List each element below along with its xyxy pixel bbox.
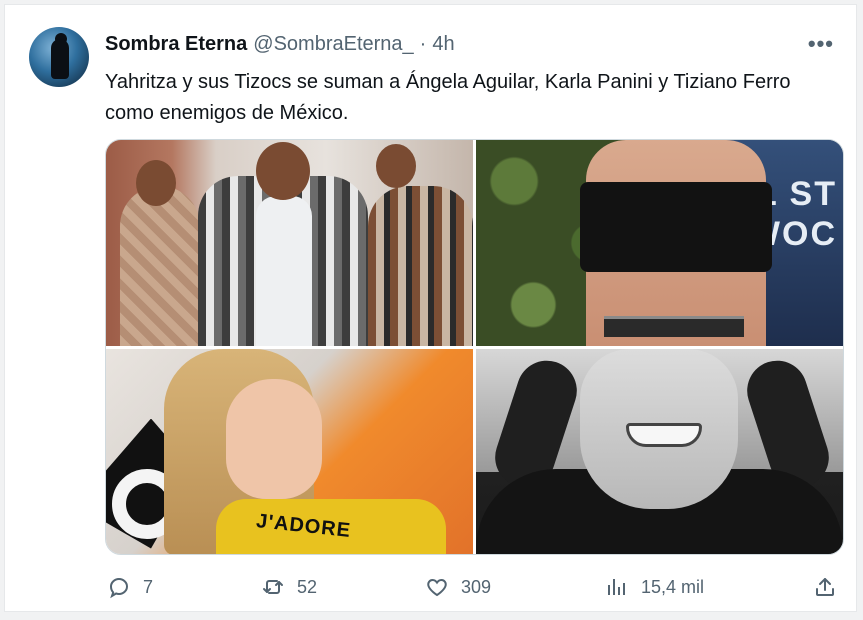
author-avatar[interactable] (29, 27, 89, 87)
person-right (368, 185, 473, 346)
author-name[interactable]: Sombra Eterna (105, 33, 247, 56)
share-button[interactable] (813, 575, 837, 599)
photo-yahritza-group[interactable] (106, 140, 473, 346)
reply-count: 7 (143, 576, 154, 597)
person-left (120, 185, 200, 346)
views-button[interactable]: 15,4 mil (605, 575, 704, 599)
photo-karla-panini[interactable]: J'ADORE (106, 348, 473, 554)
tweet-actions: 7 52 309 15,4 mil (105, 571, 842, 603)
head-center (256, 142, 310, 200)
retweet-count: 52 (297, 576, 318, 597)
tweet-text: Yahritza y sus Tizocs se suman a Ángela … (105, 71, 791, 124)
tweet-header: Sombra Eterna @SombraEterna_ · 4h (105, 33, 455, 56)
like-count: 309 (461, 576, 492, 597)
face (226, 378, 322, 499)
avatar-silhouette-body (51, 39, 69, 79)
retweet-icon (263, 580, 283, 594)
black-top (580, 182, 772, 272)
belt (604, 316, 744, 337)
retweet-button[interactable]: 52 (261, 575, 317, 599)
head-right (376, 144, 416, 188)
tweet-card[interactable]: Sombra Eterna @SombraEterna_ · 4h ••• Ya… (4, 4, 857, 612)
views-count: 15,4 mil (641, 576, 705, 597)
more-options-icon[interactable]: ••• (808, 31, 834, 57)
share-icon (816, 578, 834, 596)
author-handle[interactable]: @SombraEterna_ (253, 33, 413, 56)
reply-icon (109, 577, 129, 599)
separator-dot: · (419, 33, 427, 55)
photo-tiziano-ferro[interactable] (476, 348, 843, 554)
views-icon (608, 579, 625, 595)
head-left (136, 160, 176, 206)
like-button[interactable]: 309 (425, 575, 491, 599)
heart-icon (427, 578, 447, 597)
person-center-hoodie (256, 195, 312, 346)
tweet-timestamp[interactable]: 4h (432, 33, 454, 56)
reply-button[interactable]: 7 (107, 575, 153, 599)
smile (626, 422, 702, 447)
media-grid: L ST WOC J'ADORE (105, 139, 844, 555)
photo-angela-aguilar[interactable]: L ST WOC (476, 140, 843, 346)
